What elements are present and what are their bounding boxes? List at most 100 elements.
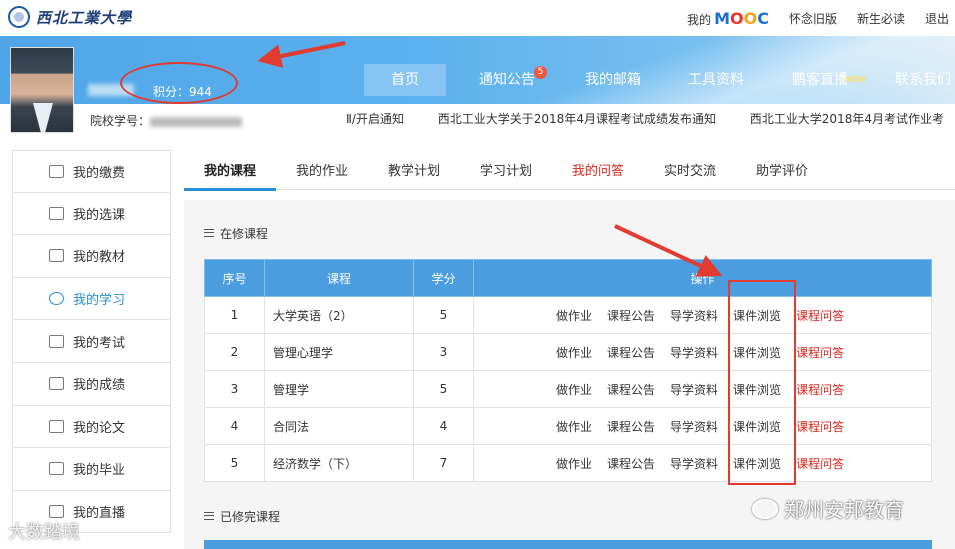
- course-notice-link[interactable]: 课程公告: [607, 346, 655, 360]
- course-notice-link[interactable]: 课程公告: [607, 420, 655, 434]
- university-logo[interactable]: 西北工業大學: [8, 4, 132, 30]
- university-name: 西北工業大學: [36, 8, 133, 27]
- cell-course: 经济数学（下）: [264, 444, 414, 482]
- cell-no: 3: [204, 370, 265, 408]
- watermark-right: 郑州安邦教育: [752, 494, 904, 523]
- cell-course: 合同法: [264, 407, 414, 445]
- completed-table-header: [204, 540, 932, 549]
- cell-no: 4: [204, 407, 265, 445]
- cell-credit: 7: [413, 444, 474, 482]
- cell-no: 1: [204, 296, 265, 334]
- courseware-highlight-box: [728, 280, 796, 485]
- freshman-guide-link[interactable]: 新生必读: [857, 10, 905, 27]
- tab-study-plan[interactable]: 学习计划: [480, 160, 532, 179]
- logout-link[interactable]: 退出: [925, 10, 949, 27]
- student-id-blurred: [150, 116, 243, 127]
- guide-material-link[interactable]: 导学资料: [670, 420, 718, 434]
- nav-tools[interactable]: 工具资料: [688, 64, 744, 96]
- study-icon: [49, 292, 64, 306]
- cell-ops: 做作业 课程公告 导学资料 课件浏览 课程问答: [473, 444, 932, 482]
- new-tag: NEW: [845, 75, 866, 84]
- sidebar-item-payment[interactable]: 我的缴费: [12, 150, 171, 193]
- nav-contact[interactable]: 联系我们: [895, 64, 951, 96]
- course-table: 序号 课程 学分 操作 1 大学英语（2） 5 做作业 课程公告 导学资料 课件浏览 课程问答…: [204, 259, 932, 482]
- sidebar-item-grades[interactable]: 我的成绩: [12, 362, 171, 406]
- sidebar-item-graduation[interactable]: 我的毕业: [12, 448, 171, 491]
- current-courses-title: 在修课程: [204, 225, 268, 242]
- guide-material-link[interactable]: 导学资料: [670, 309, 718, 323]
- nav-mailbox[interactable]: 我的邮箱: [585, 64, 641, 96]
- table-row: 5 经济数学（下） 7 做作业 课程公告 导学资料 课件浏览 课程问答: [204, 444, 932, 482]
- wechat-icon: [752, 498, 778, 519]
- sidebar-item-study[interactable]: 我的学习: [12, 277, 171, 321]
- student-id: 院校学号：: [90, 112, 243, 129]
- graduation-icon: [49, 462, 64, 476]
- guide-material-link[interactable]: 导学资料: [670, 383, 718, 397]
- table-row: 4 合同法 4 做作业 课程公告 导学资料 课件浏览 课程问答: [204, 407, 932, 445]
- old-version-link[interactable]: 怀念旧版: [789, 10, 837, 27]
- course-notice-link[interactable]: 课程公告: [607, 309, 655, 323]
- watermark-left: 大数踏境: [8, 522, 80, 543]
- tab-live-chat[interactable]: 实时交流: [664, 160, 716, 179]
- notice-item[interactable]: 西北工业大学关于2018年4月课程考试成绩发布通知: [438, 112, 716, 126]
- cell-ops: 做作业 课程公告 导学资料 课件浏览 课程问答: [473, 407, 932, 445]
- main-nav: 首页 通知公告 5 我的邮箱 工具资料 鹏客直播 NEW 联系我们: [364, 64, 951, 96]
- nav-notices[interactable]: 通知公告 5: [479, 64, 547, 96]
- notice-toggle[interactable]: Ⅱ/开启通知: [346, 112, 404, 126]
- tab-my-homework[interactable]: 我的作业: [296, 160, 348, 179]
- mooc-logo: MOOC: [714, 9, 769, 28]
- course-qa-link[interactable]: 课程问答: [796, 420, 844, 434]
- tab-my-courses[interactable]: 我的课程: [204, 160, 256, 179]
- live-icon: [49, 505, 64, 519]
- col-header-ops: 操作: [473, 259, 932, 297]
- course-notice-link[interactable]: 课程公告: [607, 383, 655, 397]
- course-notice-link[interactable]: 课程公告: [607, 457, 655, 471]
- cell-credit: 5: [413, 296, 474, 334]
- chart-icon: [49, 377, 64, 391]
- col-header-no: 序号: [204, 259, 265, 297]
- guide-material-link[interactable]: 导学资料: [670, 346, 718, 360]
- cell-course: 管理心理学: [264, 333, 414, 371]
- do-homework-link[interactable]: 做作业: [556, 346, 592, 360]
- nav-live[interactable]: 鹏客直播 NEW: [792, 64, 866, 96]
- sidebar-item-thesis[interactable]: 我的论文: [12, 405, 171, 449]
- course-qa-link[interactable]: 课程问答: [796, 457, 844, 471]
- notice-item[interactable]: 西北工业大学2018年4月考试作业考: [750, 112, 944, 126]
- do-homework-link[interactable]: 做作业: [556, 420, 592, 434]
- course-rows: 1 大学英语（2） 5 做作业 课程公告 导学资料 课件浏览 课程问答 2 管理心理学 3 做作业 课程…: [204, 296, 932, 482]
- tab-teaching-plan[interactable]: 教学计划: [388, 160, 440, 179]
- sidebar-item-course-selection[interactable]: 我的选课: [12, 192, 171, 236]
- list-icon: [204, 229, 214, 237]
- do-homework-link[interactable]: 做作业: [556, 309, 592, 323]
- book-icon: [49, 249, 64, 263]
- paper-icon: [49, 419, 64, 433]
- points-highlight-ellipse: [120, 62, 238, 104]
- notice-ticker: Ⅱ/开启通知 西北工业大学关于2018年4月课程考试成绩发布通知 西北工业大学2…: [346, 110, 955, 128]
- course-qa-link[interactable]: 课程问答: [796, 309, 844, 323]
- completed-courses-title: 已修完课程: [204, 508, 280, 525]
- col-header-course: 课程: [264, 259, 414, 297]
- university-seal-icon: [8, 6, 30, 28]
- cell-no: 5: [204, 444, 265, 482]
- col-header-credit: 学分: [413, 259, 474, 297]
- sidebar-item-textbooks[interactable]: 我的教材: [12, 235, 171, 278]
- sidebar: 我的缴费 我的选课 我的教材 我的学习 我的考试 我的成绩 我的论文 我的毕业 …: [12, 150, 171, 534]
- my-mooc-link[interactable]: 我的 MOOC: [687, 9, 769, 28]
- tab-evaluation[interactable]: 助学评价: [756, 160, 808, 179]
- mooc-prefix: 我的: [687, 13, 712, 27]
- cell-ops: 做作业 课程公告 导学资料 课件浏览 课程问答: [473, 370, 932, 408]
- table-row: 2 管理心理学 3 做作业 课程公告 导学资料 课件浏览 课程问答: [204, 333, 932, 371]
- do-homework-link[interactable]: 做作业: [556, 457, 592, 471]
- cell-no: 2: [204, 333, 265, 371]
- do-homework-link[interactable]: 做作业: [556, 383, 592, 397]
- active-tab-indicator: [184, 188, 276, 191]
- course-qa-link[interactable]: 课程问答: [796, 346, 844, 360]
- cell-credit: 3: [413, 333, 474, 371]
- tab-my-qa[interactable]: 我的问答: [572, 160, 624, 179]
- course-qa-link[interactable]: 课程问答: [796, 383, 844, 397]
- table-row: 1 大学英语（2） 5 做作业 课程公告 导学资料 课件浏览 课程问答: [204, 296, 932, 334]
- nav-home[interactable]: 首页: [364, 64, 446, 96]
- guide-material-link[interactable]: 导学资料: [670, 457, 718, 471]
- sidebar-item-exams[interactable]: 我的考试: [12, 320, 171, 363]
- avatar: [10, 47, 74, 133]
